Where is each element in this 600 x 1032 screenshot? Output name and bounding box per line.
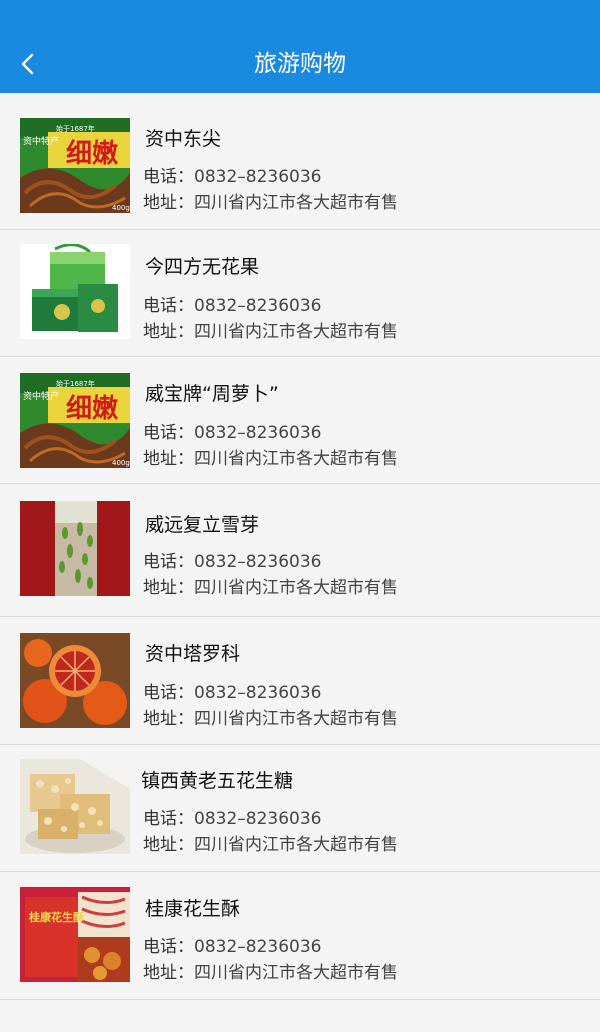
- list-item[interactable]: 镇西黄老五花生糖 电话：0832–8236036 地址：四川省内江市各大超市有售: [0, 745, 600, 872]
- svg-text:桂康花生酥: 桂康花生酥: [28, 910, 84, 924]
- item-name: 镇西黄老五花生糖: [141, 770, 294, 792]
- svg-text:资中特产: 资中特产: [23, 390, 59, 402]
- peanut-candy-icon: [20, 759, 130, 854]
- orange-icon: [20, 633, 130, 728]
- list-item[interactable]: 威远复立雪芽 电话：0832–8236036 地址：四川省内江市各大超市有售: [0, 484, 600, 617]
- item-address: 地址：四川省内江市各大超市有售: [143, 835, 398, 855]
- item-phone: 电话：0832–8236036: [143, 937, 322, 957]
- item-address: 地址：四川省内江市各大超市有售: [143, 963, 398, 983]
- list-item[interactable]: 今四方无花果 电话：0832–8236036 地址：四川省内江市各大超市有售: [0, 230, 600, 357]
- box-noodle-icon: 资中特产 始于1687年 细嫩 400g: [20, 373, 130, 468]
- list-item[interactable]: 桂康花生酥 桂康花生酥 电话：0832–8236036 地址：四川省内江市各大超…: [0, 872, 600, 1000]
- svg-text:400g: 400g: [112, 459, 130, 467]
- item-phone: 电话：0832–8236036: [143, 809, 322, 829]
- item-phone: 电话：0832–8236036: [143, 683, 322, 703]
- item-address: 地址：四川省内江市各大超市有售: [143, 449, 398, 469]
- tea-glass-icon: [20, 501, 130, 596]
- svg-text:细嫩: 细嫩: [66, 138, 119, 169]
- item-phone: 电话：0832–8236036: [143, 423, 322, 443]
- item-address: 地址：四川省内江市各大超市有售: [143, 709, 398, 729]
- svg-text:始于1687年: 始于1687年: [56, 379, 95, 388]
- svg-text:始于1687年: 始于1687年: [56, 124, 95, 133]
- top-bar: 旅游购物: [0, 0, 600, 93]
- peanut-box-icon: 桂康花生酥: [20, 887, 130, 982]
- gift-bag-icon: [20, 244, 130, 339]
- item-phone: 电话：0832–8236036: [143, 552, 322, 572]
- item-address: 地址：四川省内江市各大超市有售: [143, 322, 398, 342]
- item-name: 威宝牌“周萝卜”: [145, 383, 279, 405]
- item-name: 威远复立雪芽: [145, 514, 260, 536]
- item-address: 地址：四川省内江市各大超市有售: [143, 193, 398, 213]
- list-item[interactable]: 资中塔罗科 电话：0832–8236036 地址：四川省内江市各大超市有售: [0, 617, 600, 745]
- item-address: 地址：四川省内江市各大超市有售: [143, 578, 398, 598]
- list-item[interactable]: 资中特产 始于1687年 细嫩 400g 资中东尖 电话：0832–823603…: [0, 93, 600, 230]
- box-noodle-icon: 资中特产 始于1687年 细嫩 400g: [20, 118, 130, 213]
- item-name: 桂康花生酥: [145, 898, 241, 920]
- item-name: 资中东尖: [145, 128, 222, 150]
- svg-text:资中特产: 资中特产: [23, 135, 59, 147]
- item-name: 资中塔罗科: [145, 643, 241, 665]
- svg-text:细嫩: 细嫩: [66, 393, 119, 424]
- item-phone: 电话：0832–8236036: [143, 296, 322, 316]
- product-list: 资中特产 始于1687年 细嫩 400g 资中东尖 电话：0832–823603…: [0, 93, 600, 1000]
- page-title: 旅游购物: [254, 51, 346, 77]
- item-phone: 电话：0832–8236036: [143, 167, 322, 187]
- list-item[interactable]: 资中特产 始于1687年 细嫩 400g 威宝牌“周萝卜” 电话：0832–82…: [0, 357, 600, 484]
- svg-text:400g: 400g: [112, 204, 130, 212]
- item-name: 今四方无花果: [145, 256, 260, 278]
